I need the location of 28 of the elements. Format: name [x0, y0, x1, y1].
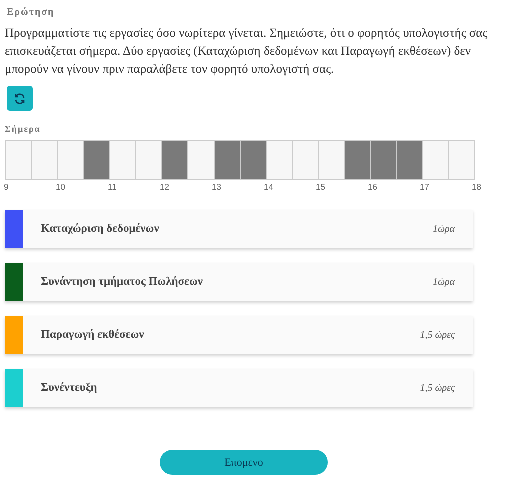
hour-label: 10 — [56, 182, 66, 192]
task-name: Παραγωγή εκθέσεων — [41, 329, 146, 341]
task-duration: 1ώρα — [432, 224, 455, 234]
task-card[interactable]: Συνέντευξη 1,5 ώρες — [5, 369, 473, 407]
hour-label: 12 — [160, 182, 170, 192]
hour-label: 9 — [4, 182, 10, 192]
hour-label: 14 — [264, 182, 274, 192]
task-duration: 1,5 ώρες — [420, 330, 455, 340]
section-heading: Ερώτηση — [7, 7, 56, 18]
task-name: Συνάντηση τμήματος Πωλήσεων — [41, 276, 204, 288]
task-name: Καταχώριση δεδομένων — [41, 223, 160, 235]
refresh-icon — [14, 92, 26, 104]
task-name: Συνέντευξη — [41, 382, 98, 394]
hour-label: 13 — [212, 182, 222, 192]
hour-label: 17 — [420, 182, 430, 192]
hour-label: 11 — [108, 182, 118, 192]
hour-label: 15 — [316, 182, 326, 192]
task-card[interactable]: Παραγωγή εκθέσεων 1,5 ώρες — [5, 316, 473, 354]
task-duration: 1ώρα — [432, 276, 455, 288]
hour-label: 16 — [368, 182, 378, 192]
task-duration: 1,5 ώρες — [420, 382, 455, 394]
next-button[interactable]: Επομενο — [160, 450, 328, 475]
hour-label: 18 — [472, 182, 482, 192]
day-label: Σήμερα — [5, 124, 42, 134]
question-text: Προγραμματίστε τις εργασίες όσο νωρίτερα γίνεται. Σημειώστε, ότι ο φορητός υπολογιστής σας επισκευάζεται σήμερα. Δύο εργασίες (Καταχώριση δεδομένων και Παραγωγή εκθέσεων) δεν μπορούν να γίνουν πριν παραλάβετε τον φορητό υπολογιστή σας. — [5, 25, 489, 78]
reset-button[interactable] — [7, 86, 33, 111]
task-card[interactable]: Καταχώριση δεδομένων 1ώρα — [5, 210, 473, 248]
task-card[interactable]: Συνάντηση τμήματος Πωλήσεων 1ώρα — [5, 263, 473, 301]
